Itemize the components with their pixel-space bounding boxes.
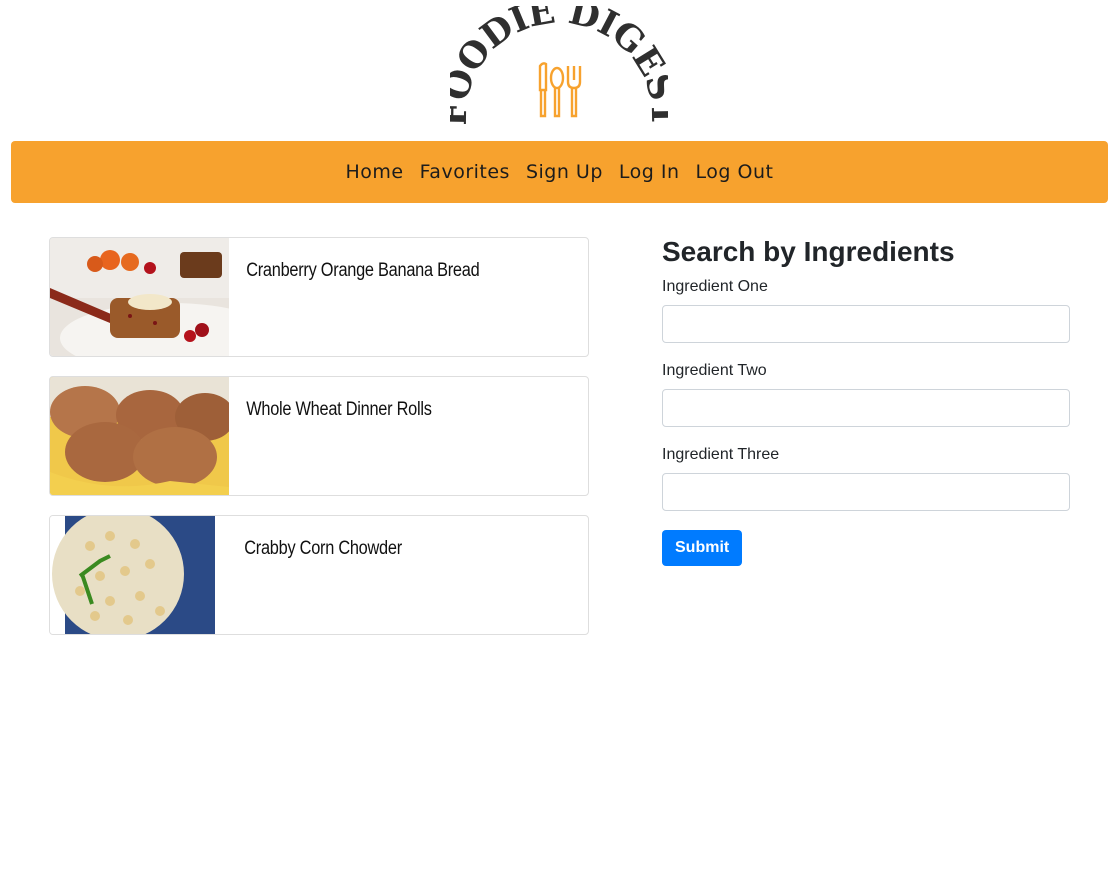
- nav-home-link[interactable]: Home: [338, 161, 412, 183]
- recipe-card[interactable]: Whole Wheat Dinner Rolls: [49, 376, 589, 496]
- recipe-card[interactable]: Crabby Corn Chowder: [49, 515, 589, 635]
- submit-button[interactable]: Submit: [662, 530, 743, 566]
- foodie-digest-logo[interactable]: FOODIE DIGEST: [434, 0, 685, 128]
- nav-login-link[interactable]: Log In: [611, 161, 688, 183]
- ingredient-three-input[interactable]: [662, 473, 1070, 511]
- ingredient-two-label: Ingredient Two: [662, 362, 767, 379]
- search-heading: Search by Ingredients: [662, 236, 955, 267]
- ingredient-search-form: Search by Ingredients Ingredient One Ing…: [662, 236, 1070, 566]
- nav-signup-link[interactable]: Sign Up: [518, 161, 611, 183]
- utensils-icon: [538, 62, 582, 118]
- recipe-image-cranberry-bread[interactable]: [50, 238, 229, 356]
- recipe-card[interactable]: Cranberry Orange Banana Bread: [49, 237, 589, 357]
- recipe-list: Cranberry Orange Banana Bread Whole Whea…: [49, 237, 589, 654]
- recipe-title[interactable]: Cranberry Orange Banana Bread: [229, 238, 479, 356]
- main-navbar: Home Favorites Sign Up Log In Log Out: [11, 141, 1108, 203]
- ingredient-two-input[interactable]: [662, 389, 1070, 427]
- recipe-title[interactable]: Crabby Corn Chowder: [215, 516, 402, 634]
- recipe-image-dinner-rolls[interactable]: [50, 377, 229, 495]
- ingredient-one-label: Ingredient One: [662, 278, 768, 295]
- nav-logout-link[interactable]: Log Out: [688, 161, 782, 183]
- nav-favorites-link[interactable]: Favorites: [412, 161, 518, 183]
- ingredient-three-label: Ingredient Three: [662, 446, 780, 463]
- recipe-image-corn-chowder[interactable]: [50, 516, 215, 634]
- recipe-title[interactable]: Whole Wheat Dinner Rolls: [229, 377, 432, 495]
- ingredient-one-input[interactable]: [662, 305, 1070, 343]
